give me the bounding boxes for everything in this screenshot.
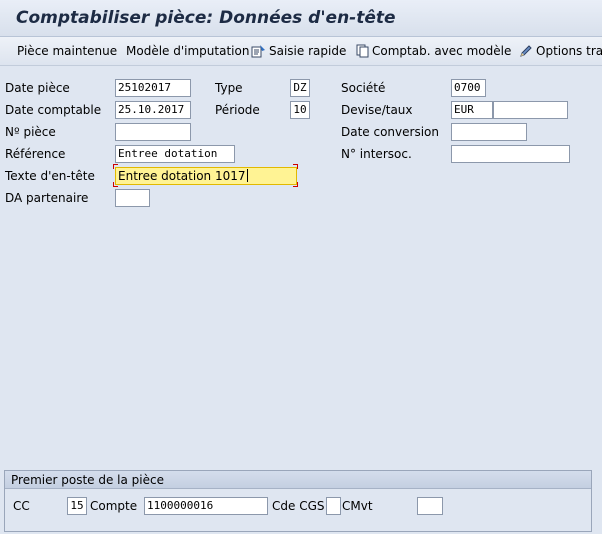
transaction-type-label: CMvt — [342, 499, 373, 513]
account-assignment-model-label: Modèle d'imputation — [126, 44, 250, 58]
quick-entry-button[interactable]: Saisie rapide — [251, 43, 346, 59]
doc-number-label: Nº pièce — [5, 125, 56, 139]
first-item-group: Premier poste de la pièce CC 15 Compte 1… — [4, 470, 592, 532]
doc-date-label: Date pièce — [5, 81, 70, 95]
focus-corner — [113, 182, 118, 187]
header-text-field[interactable]: Entree dotation 1017 — [115, 167, 297, 185]
period-label: Période — [215, 103, 260, 117]
document-copy-icon — [356, 44, 369, 62]
type-field[interactable]: DZ — [290, 79, 310, 97]
title-bar: Comptabiliser pièce: Données d'en-tête — [0, 0, 602, 37]
quick-entry-label: Saisie rapide — [269, 44, 347, 58]
trading-partner-field[interactable] — [115, 189, 150, 207]
account-assignment-model-button[interactable]: Modèle d'imputation — [126, 43, 249, 59]
page-title: Comptabiliser pièce: Données d'en-tête — [16, 8, 396, 28]
account-label: Compte — [90, 499, 138, 513]
period-field[interactable]: 10 — [290, 101, 310, 119]
focus-corner — [293, 164, 298, 169]
trading-partner-label: DA partenaire — [5, 191, 89, 205]
transaction-type-field[interactable] — [417, 497, 443, 515]
posting-key-field[interactable]: 15 — [67, 497, 87, 515]
posting-date-field[interactable]: 25.10.2017 — [115, 101, 191, 119]
account-field[interactable]: 1100000016 — [144, 497, 268, 515]
text-cursor — [246, 169, 248, 182]
held-document-label: Pièce maintenue — [17, 44, 118, 58]
translation-date-label: Date conversion — [341, 125, 439, 139]
header-text-value: Entree dotation 1017 — [118, 169, 246, 183]
doc-date-field[interactable]: 25102017 — [115, 79, 191, 97]
pencil-icon — [519, 44, 533, 62]
type-label: Type — [215, 81, 243, 95]
doc-number-field[interactable] — [115, 123, 191, 141]
intercompany-field[interactable] — [451, 145, 570, 163]
held-document-button[interactable]: Pièce maintenue — [17, 43, 117, 59]
post-with-reference-button[interactable]: Comptab. avec modèle — [356, 43, 511, 59]
focus-corner — [113, 164, 118, 169]
intercompany-label: N° intersoc. — [341, 147, 412, 161]
editing-options-label: Options trait — [536, 44, 602, 58]
currency-field[interactable]: EUR — [451, 101, 493, 119]
sgl-indicator-field[interactable] — [326, 497, 341, 515]
reference-label: Référence — [5, 147, 66, 161]
header-text-label: Texte d'en-tête — [5, 169, 95, 183]
editing-options-button[interactable]: Options trait — [519, 43, 602, 59]
reference-field[interactable]: Entree dotation — [115, 145, 235, 163]
posting-date-label: Date comptable — [5, 103, 102, 117]
application-toolbar: Pièce maintenue Modèle d'imputation Sais… — [0, 37, 602, 66]
sgl-indicator-label: Cde CGS — [272, 499, 325, 513]
company-label: Société — [341, 81, 386, 95]
translation-date-field[interactable] — [451, 123, 527, 141]
exchange-rate-field[interactable] — [493, 101, 568, 119]
post-with-reference-label: Comptab. avec modèle — [372, 44, 512, 58]
posting-key-label: CC — [13, 499, 30, 513]
focus-corner — [293, 182, 298, 187]
quick-entry-icon — [251, 44, 266, 62]
first-item-group-title: Premier poste de la pièce — [5, 471, 591, 489]
currency-label: Devise/taux — [341, 103, 413, 117]
company-field[interactable]: 0700 — [451, 79, 486, 97]
